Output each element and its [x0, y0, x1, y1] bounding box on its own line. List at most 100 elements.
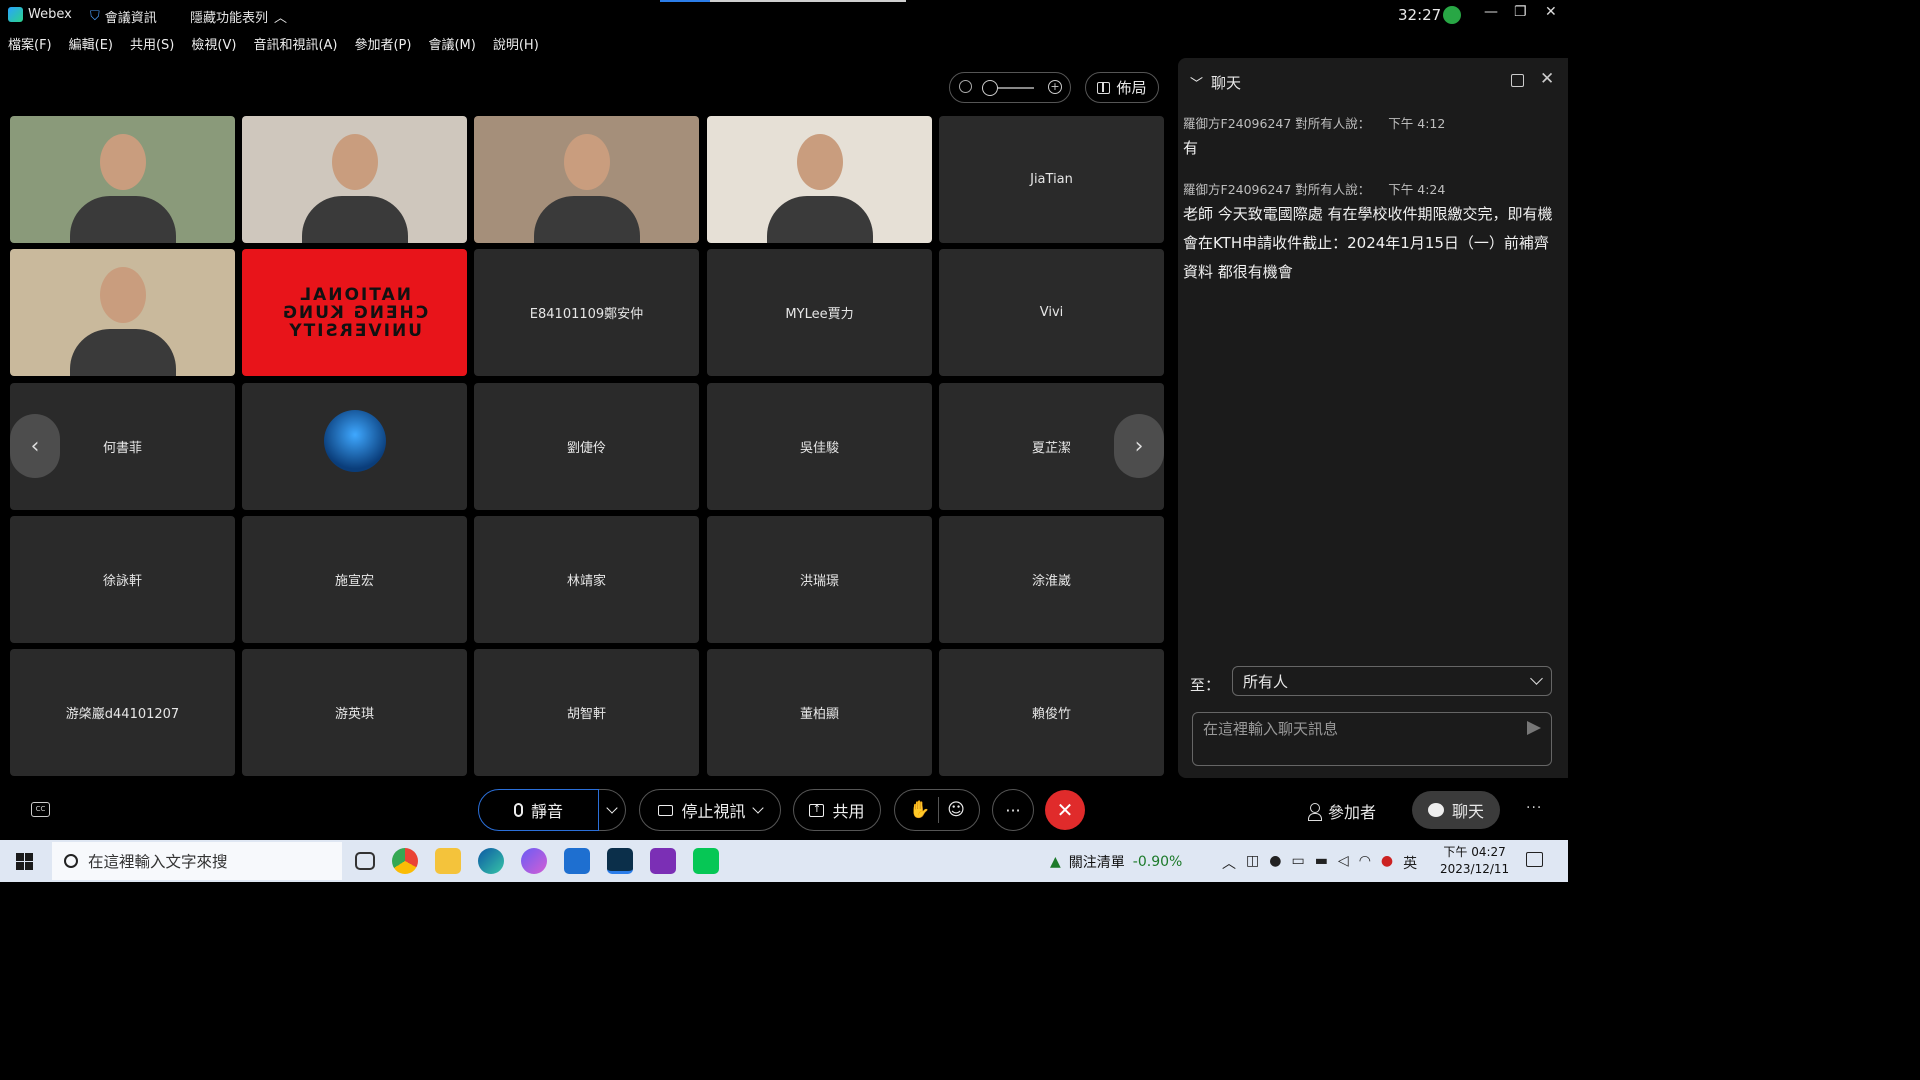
close-window-icon[interactable]: ✕	[1545, 4, 1557, 20]
minimize-icon[interactable]: —	[1484, 4, 1498, 20]
ime-indicator[interactable]: 英	[1403, 853, 1417, 873]
participant-tile[interactable]: 洪瑞璟	[707, 516, 932, 643]
chat-panel: ﹀ 聊天 ✕ 羅御方F24096247 對所有人說： 下午 4:12 有 羅御方…	[1178, 58, 1568, 778]
message-sender: 羅御方F24096247 對所有人說：	[1183, 116, 1371, 131]
more-panels-icon[interactable]: ···	[1526, 800, 1542, 816]
participant-tile[interactable]: MYLee賈力	[707, 249, 932, 376]
participant-tile[interactable]: 賴俊竹	[939, 649, 1164, 776]
windows-start-icon[interactable]	[16, 853, 33, 870]
share-button[interactable]: ↑ 共用	[793, 789, 881, 831]
chat-header[interactable]: ﹀ 聊天	[1190, 72, 1241, 93]
recipient-label: 至：	[1190, 676, 1221, 694]
copilot-icon[interactable]	[521, 848, 547, 874]
participant-tile[interactable]: 董柏顯	[707, 649, 932, 776]
participant-tile[interactable]: 游英琪	[242, 649, 467, 776]
taskbar-clock[interactable]: 下午 04:27 2023/12/11	[1440, 844, 1509, 878]
webex-taskbar-icon[interactable]	[607, 848, 633, 874]
mute-button[interactable]: 靜音	[478, 789, 599, 831]
task-view-icon[interactable]	[355, 852, 375, 870]
app-logo: Webex	[8, 7, 72, 22]
hide-menubar-button[interactable]: 隱藏功能表列 ︿	[190, 7, 287, 26]
clock-time: 下午 04:27	[1443, 845, 1506, 859]
network-status-icon[interactable]	[1443, 6, 1461, 24]
recipient-select[interactable]: 所有人	[1232, 666, 1552, 696]
menu-file[interactable]: 檔案(F)	[8, 34, 52, 56]
popout-icon[interactable]	[1511, 74, 1524, 87]
grid-prev-button[interactable]: ‹	[10, 414, 60, 478]
participant-tile[interactable]: 林靖家	[474, 516, 699, 643]
participant-tile[interactable]: 劉倢伶	[474, 383, 699, 510]
menu-participants[interactable]: 參加者(P)	[354, 34, 411, 56]
restore-icon[interactable]: ❐	[1514, 4, 1527, 20]
participant-tile[interactable]: 涂淮崴	[939, 516, 1164, 643]
stop-video-button[interactable]: 停止視訊	[639, 789, 781, 831]
message-time: 下午 4:24	[1388, 182, 1446, 197]
menu-audio-video[interactable]: 音訊和視訊(A)	[253, 34, 337, 56]
participant-name: 夏芷潔	[1031, 441, 1071, 456]
line-icon[interactable]	[693, 848, 719, 874]
chevron-down-icon: ﹀	[1190, 77, 1204, 92]
participant-tile[interactable]	[10, 116, 235, 243]
participant-tile[interactable]	[242, 383, 467, 510]
participant-tile[interactable]	[707, 116, 932, 243]
participant-tile[interactable]: Vivi	[939, 249, 1164, 376]
security-icon[interactable]: ●	[1381, 853, 1393, 873]
share-icon: ↑	[809, 803, 825, 817]
zoom-slider-handle[interactable]	[982, 80, 998, 96]
mic-tray-icon[interactable]: ●	[1269, 853, 1281, 873]
chat-button[interactable]: 聊天	[1412, 791, 1500, 829]
participant-tile[interactable]: JiaTian	[939, 116, 1164, 243]
stock-watchlist[interactable]: ▲ 關注清單 -0.90%	[1050, 852, 1182, 872]
meeting-info-button[interactable]: ⛉ 會議資訊	[90, 7, 157, 26]
layout-button[interactable]: 佈局	[1085, 72, 1159, 103]
taskbar-search[interactable]: 在這裡輸入文字來搜	[52, 842, 342, 880]
end-meeting-button[interactable]: ✕	[1045, 790, 1085, 830]
chrome-icon[interactable]	[392, 848, 418, 874]
watchlist-label: 關注清單	[1068, 855, 1125, 871]
wifi-icon[interactable]: ◠	[1359, 853, 1371, 873]
participant-tile[interactable]: 胡智軒	[474, 649, 699, 776]
participant-tile[interactable]: 吳佳駿	[707, 383, 932, 510]
menu-share[interactable]: 共用(S)	[130, 34, 174, 56]
menu-help[interactable]: 說明(H)	[493, 34, 539, 56]
mute-label: 靜音	[530, 802, 563, 821]
close-chat-icon[interactable]: ✕	[1540, 69, 1554, 89]
audio-options-button[interactable]	[599, 789, 626, 831]
chevron-down-icon	[606, 801, 618, 814]
mail-icon[interactable]	[564, 848, 590, 874]
zoom-in-icon[interactable]: +	[1048, 80, 1062, 94]
send-icon[interactable]	[1527, 721, 1541, 735]
layout-label: 佈局	[1116, 79, 1147, 97]
participant-tile[interactable]: NATIONAL CHENG KUNG UNIVERSITY	[242, 249, 467, 376]
participant-tile[interactable]	[474, 116, 699, 243]
raise-hand-icon[interactable]: ✋	[909, 800, 930, 820]
participant-tile[interactable]: 徐詠軒	[10, 516, 235, 643]
closed-captions-icon[interactable]: CC	[31, 802, 50, 817]
participant-tile[interactable]	[10, 249, 235, 376]
chat-message-input[interactable]: 在這裡輸入聊天訊息	[1192, 712, 1552, 766]
reactions-icon[interactable]: ☺	[947, 800, 965, 820]
chevron-up-icon[interactable]: ︿	[1222, 853, 1236, 873]
notification-icon[interactable]	[1526, 852, 1543, 867]
participant-tile[interactable]: 施宣宏	[242, 516, 467, 643]
menu-edit[interactable]: 編輯(E)	[69, 34, 113, 56]
edge-icon[interactable]	[478, 848, 504, 874]
grid-next-button[interactable]: ›	[1114, 414, 1164, 478]
participant-tile[interactable]	[242, 116, 467, 243]
participant-tile[interactable]: E84101109鄭安仲	[474, 249, 699, 376]
file-explorer-icon[interactable]	[435, 848, 461, 874]
menu-meeting[interactable]: 會議(M)	[428, 34, 475, 56]
display-icon[interactable]: ▭	[1291, 853, 1304, 873]
camera-tray-icon[interactable]: ◫	[1246, 853, 1259, 873]
participant-tile[interactable]: 游棨巖d44101207	[10, 649, 235, 776]
stop-video-label: 停止視訊	[681, 802, 746, 821]
participants-button[interactable]: 參加者	[1308, 799, 1376, 823]
battery-icon[interactable]: ▬	[1315, 853, 1328, 873]
recipient-value: 所有人	[1243, 672, 1289, 691]
onenote-icon[interactable]	[650, 848, 676, 874]
volume-icon[interactable]: ◁	[1338, 853, 1349, 873]
more-options-button[interactable]: ···	[992, 789, 1034, 831]
participant-name: 施宣宏	[334, 574, 374, 589]
menu-view[interactable]: 檢視(V)	[191, 34, 236, 56]
zoom-out-icon[interactable]	[959, 80, 972, 93]
